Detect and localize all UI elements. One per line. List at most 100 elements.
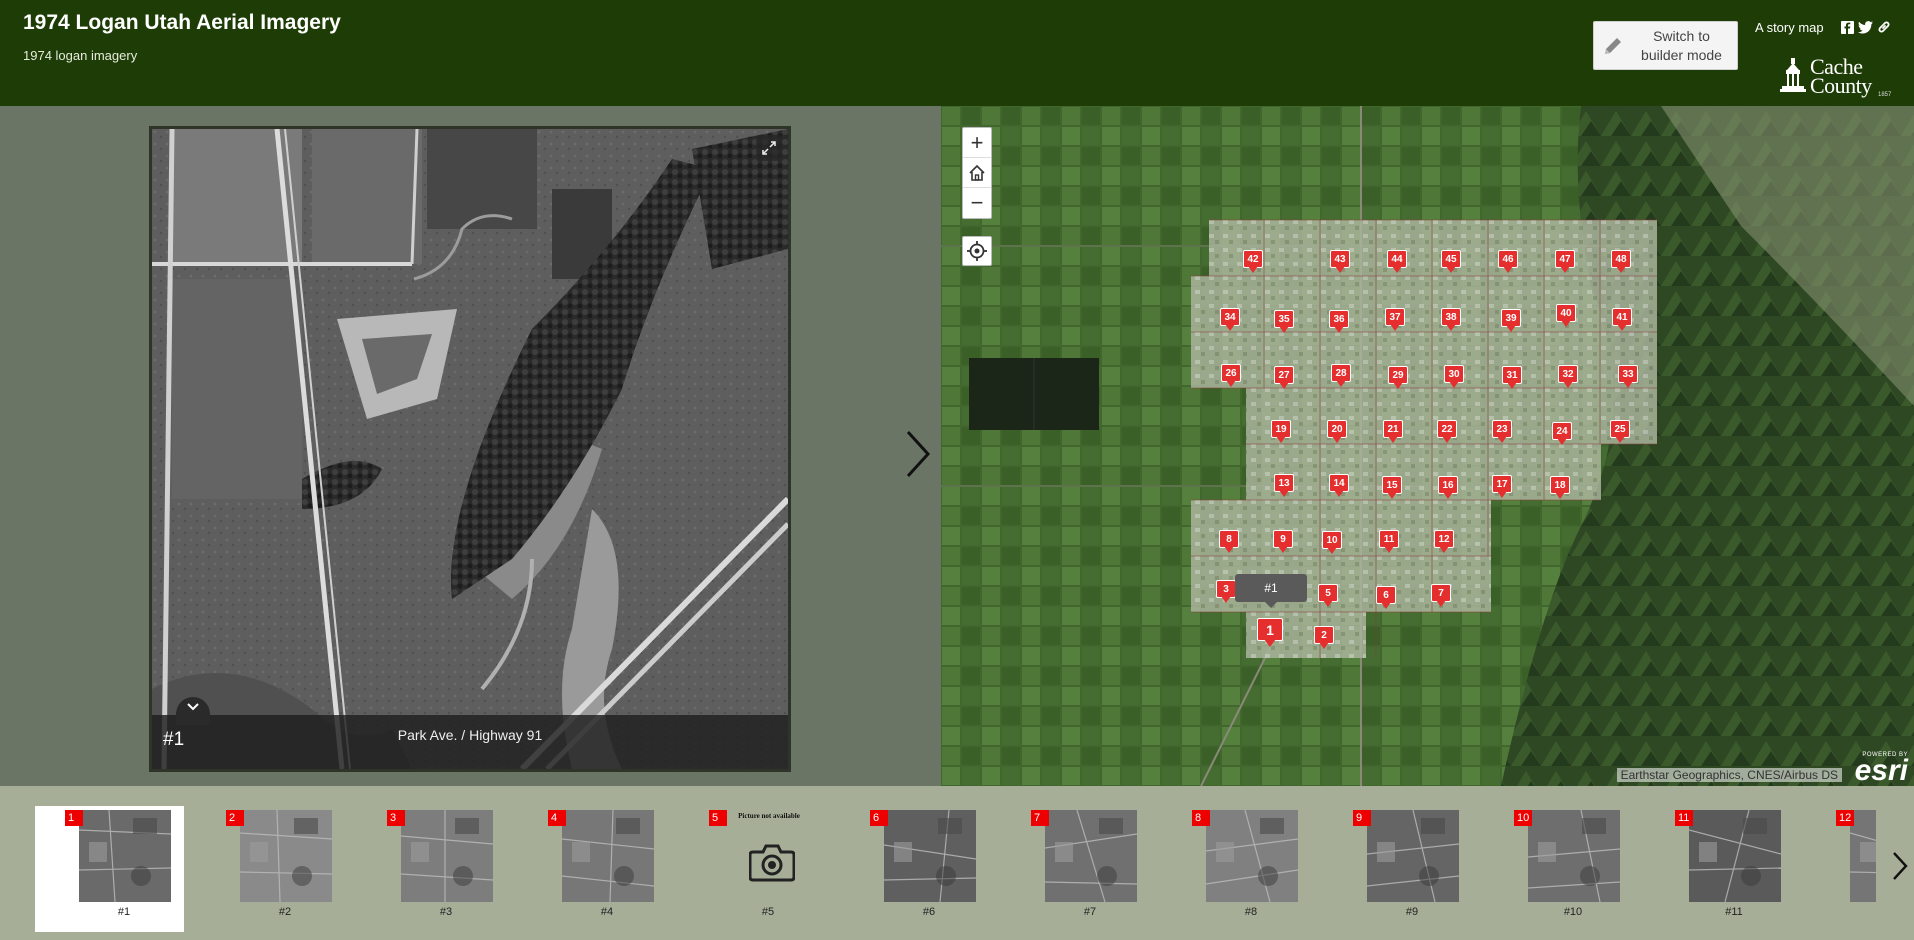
- switch-to-builder-button[interactable]: Switch to builder mode: [1593, 21, 1738, 70]
- map-marker[interactable]: 36: [1329, 310, 1349, 334]
- carousel-thumbnail[interactable]: 1 #1: [35, 806, 184, 932]
- thumbnail-badge: 7: [1031, 810, 1049, 826]
- expand-media-button[interactable]: [756, 135, 782, 161]
- marker-pointer: [1225, 324, 1235, 331]
- zoom-in-button[interactable]: +: [963, 128, 991, 158]
- map-marker[interactable]: 28: [1331, 364, 1351, 388]
- marker-pointer: [1393, 382, 1403, 389]
- marker-pointer: [1497, 436, 1507, 443]
- carousel-thumbnail[interactable]: 3 #3: [357, 806, 506, 932]
- map-marker[interactable]: 46: [1498, 250, 1518, 274]
- map-marker[interactable]: 21: [1383, 420, 1403, 444]
- map-marker[interactable]: 47: [1555, 250, 1575, 274]
- thumbnail-badge: 3: [387, 810, 405, 826]
- marker-pointer: [1442, 436, 1452, 443]
- aerial-photo-image: [152, 129, 788, 769]
- map-marker[interactable]: 15: [1382, 476, 1402, 500]
- map-marker[interactable]: 48: [1611, 250, 1631, 274]
- thumbnail-badge: 9: [1353, 810, 1371, 826]
- map-marker[interactable]: 33: [1618, 365, 1638, 389]
- thumbnail-label: #2: [278, 906, 292, 918]
- thumbnail-badge: 6: [870, 810, 888, 826]
- map-marker[interactable]: 23: [1492, 420, 1512, 444]
- carousel-thumbnail[interactable]: Picture not available 5 #5: [679, 806, 828, 932]
- marker-pointer: [1336, 380, 1346, 387]
- thumbnail-image: [1689, 810, 1781, 902]
- map-marker[interactable]: 42: [1243, 250, 1263, 274]
- map-marker[interactable]: 41: [1612, 308, 1632, 332]
- carousel-thumbnail[interactable]: 10 #10: [1484, 806, 1633, 932]
- marker-pointer: [1443, 492, 1453, 499]
- map-marker[interactable]: 7: [1431, 584, 1451, 608]
- map-marker[interactable]: 5: [1318, 584, 1338, 608]
- carousel-thumbnail[interactable]: 9 #9: [1323, 806, 1472, 932]
- marker-pointer: [1392, 266, 1402, 273]
- map-marker[interactable]: 17: [1492, 475, 1512, 499]
- map-marker[interactable]: 40: [1556, 304, 1576, 328]
- carousel-thumbnail[interactable]: 2 #2: [196, 806, 345, 932]
- story-map-link[interactable]: A story map: [1755, 20, 1824, 35]
- carousel-thumbnail[interactable]: 12 #1: [1806, 806, 1876, 932]
- map-marker[interactable]: 8: [1219, 530, 1239, 554]
- map-marker[interactable]: 6: [1376, 586, 1396, 610]
- map-view[interactable]: + − 1 2 3 5 6 7 8 9 10 11 12 13 14 15 16 17 18 19 20 21 22 23…: [941, 106, 1914, 786]
- map-marker[interactable]: 2: [1314, 626, 1334, 650]
- map-marker[interactable]: 27: [1274, 366, 1294, 390]
- marker-pointer: [1226, 380, 1236, 387]
- esri-logo[interactable]: POWERED BY esri: [1855, 752, 1908, 786]
- map-marker[interactable]: 29: [1388, 366, 1408, 390]
- satellite-basemap: [941, 106, 1914, 786]
- map-marker[interactable]: 25: [1610, 420, 1630, 444]
- map-marker[interactable]: 31: [1502, 366, 1522, 390]
- map-marker[interactable]: 16: [1438, 476, 1458, 500]
- carousel-next-button[interactable]: [1888, 846, 1912, 886]
- carousel-thumbnail[interactable]: 11 #11: [1645, 806, 1794, 932]
- map-marker[interactable]: 26: [1221, 364, 1241, 388]
- map-marker[interactable]: 14: [1329, 474, 1349, 498]
- thumbnail-badge: 5: [709, 810, 727, 826]
- marker-pointer: [1248, 266, 1258, 273]
- carousel-thumbnail[interactable]: 7 #7: [1001, 806, 1150, 932]
- facebook-icon[interactable]: [1839, 19, 1855, 35]
- collapse-caption-button[interactable]: [176, 697, 210, 725]
- map-marker[interactable]: 32: [1558, 365, 1578, 389]
- map-marker[interactable]: 38: [1441, 308, 1461, 332]
- map-marker[interactable]: 9: [1273, 530, 1293, 554]
- map-marker[interactable]: 1: [1257, 618, 1283, 648]
- thumbnail-image: [401, 810, 493, 902]
- locate-button[interactable]: [962, 236, 992, 266]
- map-marker[interactable]: 34: [1220, 308, 1240, 332]
- thumbnail-label: #7: [1083, 906, 1097, 918]
- thumbnail-label: #1: [117, 906, 131, 918]
- map-marker[interactable]: 10: [1322, 531, 1342, 555]
- map-marker[interactable]: 22: [1437, 420, 1457, 444]
- map-marker[interactable]: 3: [1216, 580, 1236, 604]
- map-marker[interactable]: 37: [1385, 308, 1405, 332]
- link-icon[interactable]: [1876, 19, 1892, 35]
- map-marker[interactable]: 45: [1441, 250, 1461, 274]
- carousel-thumbnail[interactable]: 8 #8: [1162, 806, 1311, 932]
- map-marker[interactable]: 30: [1444, 365, 1464, 389]
- map-marker[interactable]: 18: [1550, 476, 1570, 500]
- map-marker[interactable]: 43: [1330, 250, 1350, 274]
- home-button[interactable]: [963, 158, 991, 188]
- cache-county-logo[interactable]: Cache County 1857: [1780, 54, 1895, 98]
- twitter-icon[interactable]: [1857, 19, 1873, 35]
- map-marker[interactable]: 39: [1501, 309, 1521, 333]
- map-marker[interactable]: 24: [1552, 422, 1572, 446]
- marker-pointer: [1436, 600, 1446, 607]
- map-marker[interactable]: 35: [1274, 310, 1294, 334]
- map-marker[interactable]: 44: [1387, 250, 1407, 274]
- map-marker[interactable]: 20: [1327, 420, 1347, 444]
- map-marker[interactable]: 19: [1271, 420, 1291, 444]
- next-entry-arrow[interactable]: [900, 426, 936, 482]
- map-marker[interactable]: 12: [1434, 530, 1454, 554]
- map-attribution: Earthstar Geographics, CNES/Airbus DS: [1616, 768, 1842, 782]
- carousel-thumbnail[interactable]: 6 #6: [840, 806, 989, 932]
- map-marker[interactable]: 11: [1379, 530, 1399, 554]
- thumbnail-image: [1528, 810, 1620, 902]
- builder-button-label: Switch to builder mode: [1641, 27, 1722, 63]
- carousel-thumbnail[interactable]: 4 #4: [518, 806, 667, 932]
- zoom-out-button[interactable]: −: [963, 188, 991, 218]
- map-marker[interactable]: 13: [1274, 474, 1294, 498]
